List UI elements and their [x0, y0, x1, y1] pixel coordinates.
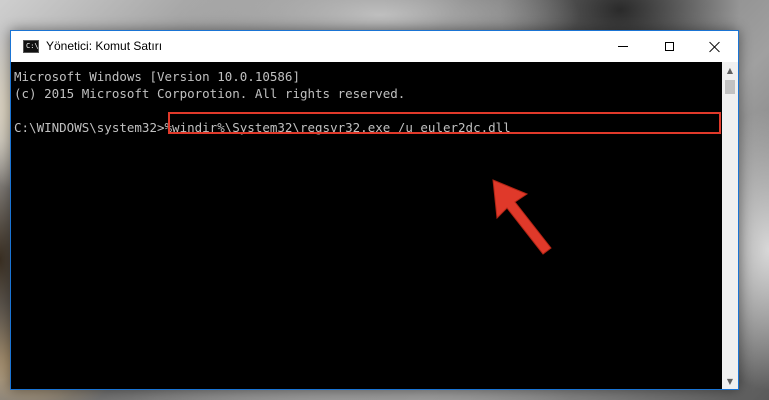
maximize-button[interactable]	[646, 31, 692, 62]
vertical-scrollbar[interactable]: ▲ ▼	[722, 62, 738, 389]
cmd-app-icon[interactable]: C:\	[23, 40, 39, 53]
scroll-up-icon[interactable]: ▲	[722, 62, 738, 78]
command-highlight-box	[168, 112, 721, 134]
title-bar[interactable]: C:\ Yönetici: Komut Satırı	[11, 31, 738, 62]
minimize-icon	[618, 46, 628, 47]
command-prompt-window[interactable]: C:\ Yönetici: Komut Satırı Microsoft Win…	[10, 30, 739, 390]
prompt-text: C:\WINDOWS\system32>	[14, 120, 165, 135]
version-line: Microsoft Windows [Version 10.0.10586]	[14, 69, 300, 84]
close-icon	[709, 41, 721, 53]
red-arrow-icon	[492, 179, 552, 255]
scroll-down-icon[interactable]: ▼	[722, 373, 738, 389]
close-button[interactable]	[692, 31, 738, 62]
copyright-line: (c) 2015 Microsoft Corporotion. All righ…	[14, 86, 406, 101]
console-output[interactable]: Microsoft Windows [Version 10.0.10586] (…	[11, 62, 722, 389]
minimize-button[interactable]	[600, 31, 646, 62]
window-title: Yönetici: Komut Satırı	[46, 39, 163, 53]
maximize-icon	[664, 42, 674, 51]
scrollbar-thumb[interactable]	[725, 80, 735, 94]
